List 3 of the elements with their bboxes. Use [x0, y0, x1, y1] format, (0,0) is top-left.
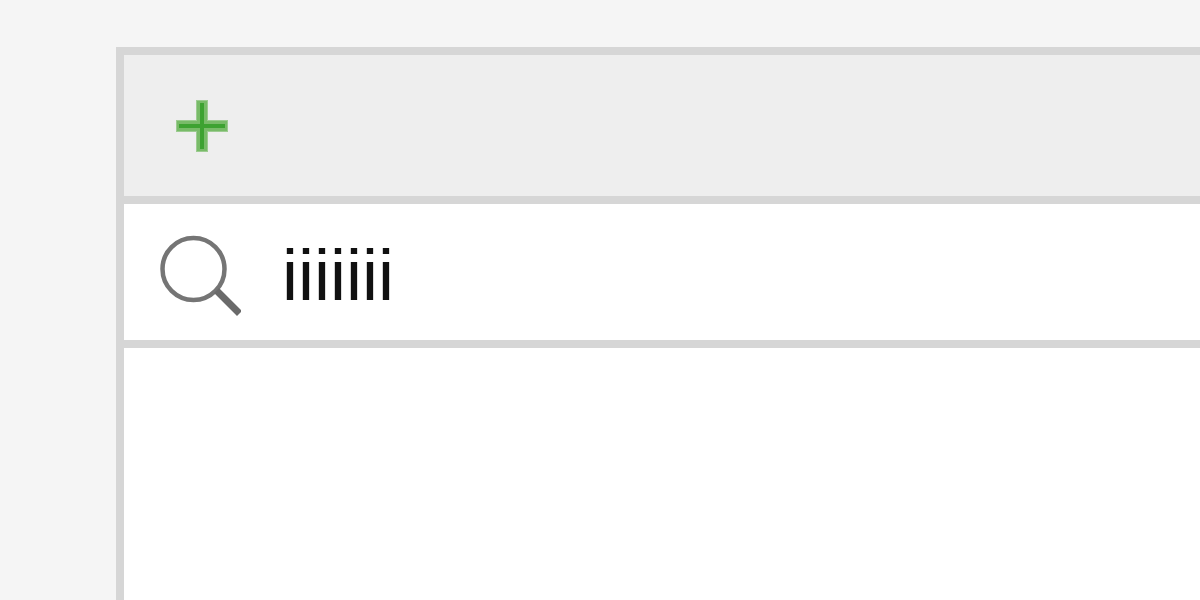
search-icon: [158, 234, 241, 316]
search-field[interactable]: iiiiiii: [282, 233, 1200, 317]
plus-icon: [176, 99, 228, 152]
